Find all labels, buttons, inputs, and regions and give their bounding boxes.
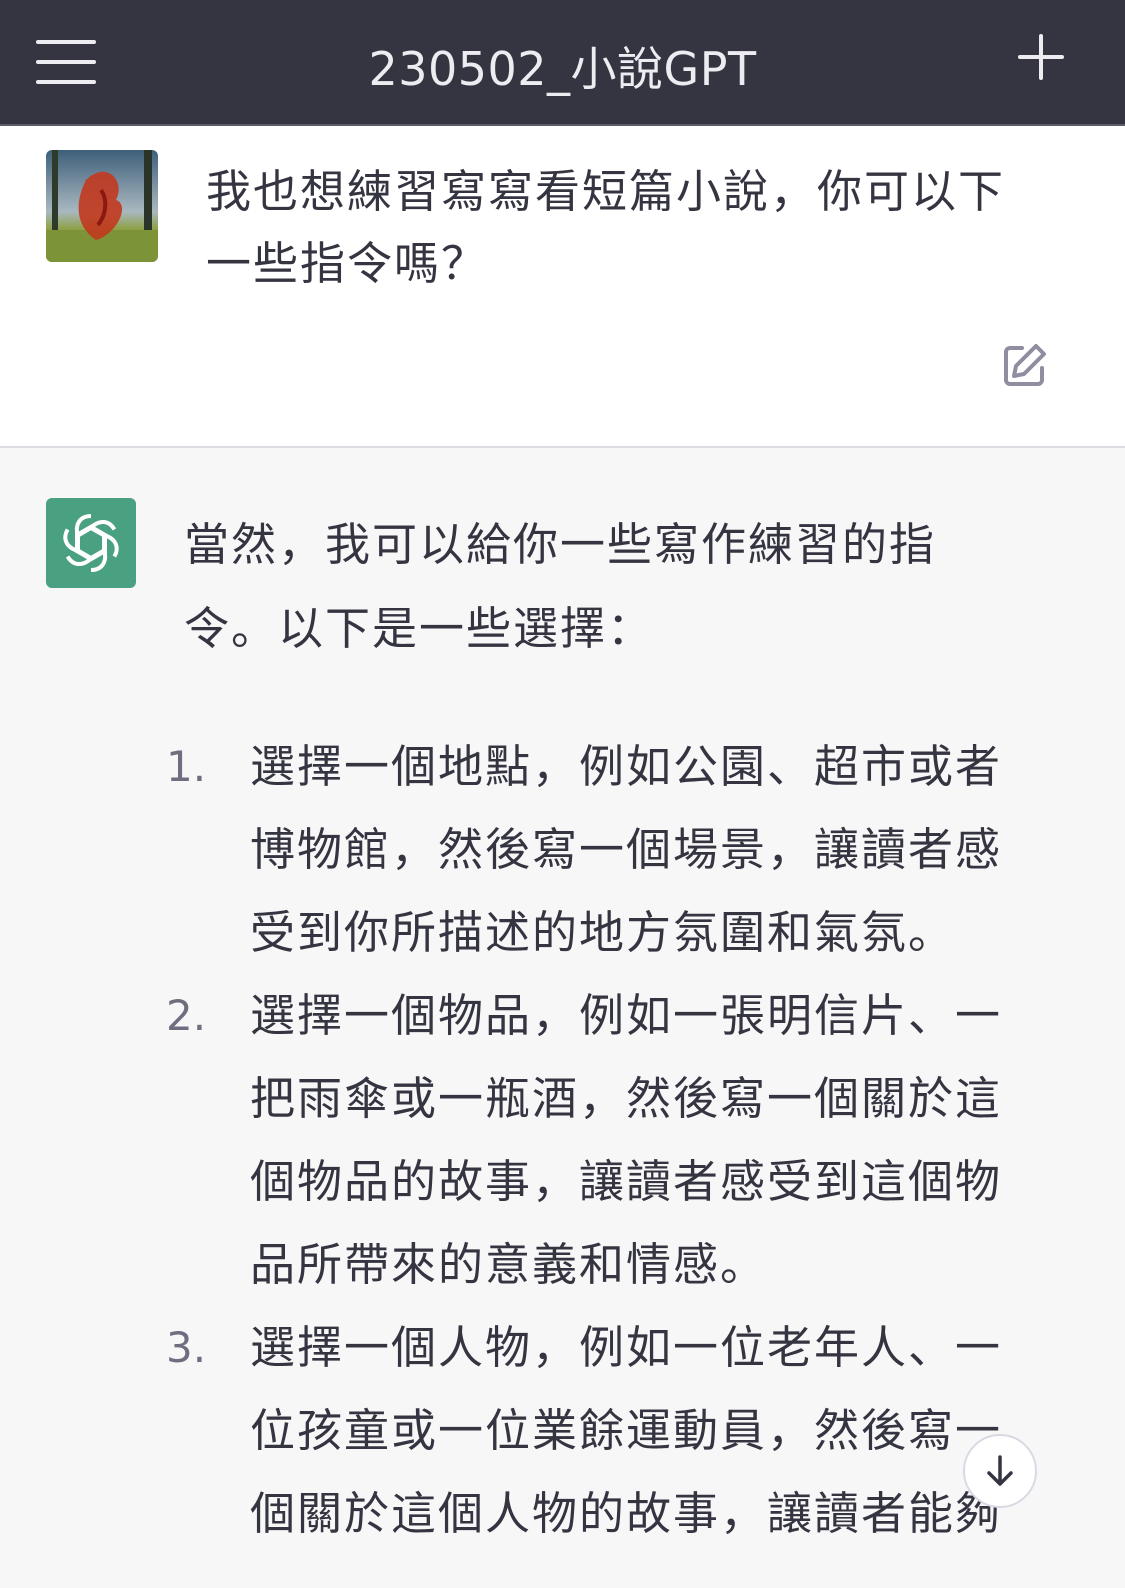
- user-message: 我也想練習寫寫看短篇小說，你可以下一些指令嗎？: [0, 126, 1125, 448]
- list-item: 2. 選擇一個物品，例如一張明信片、一把雨傘或一瓶酒，然後寫一個關於這個物品的故…: [166, 974, 1036, 1306]
- list-item: 3. 選擇一個人物，例如一位老年人、一位孩童或一位業餘運動員，然後寫一個關於這個…: [166, 1306, 1036, 1555]
- list-item-text: 選擇一個物品，例如一張明信片、一把雨傘或一瓶酒，然後寫一個關於這個物品的故事，讓…: [250, 989, 1003, 1291]
- user-message-text: 我也想練習寫寫看短篇小說，你可以下一些指令嗎？: [206, 165, 1006, 290]
- openai-logo-icon: [46, 498, 136, 588]
- edit-icon[interactable]: [1000, 340, 1050, 390]
- list-item: 1. 選擇一個地點，例如公園、超市或者博物館，然後寫一個場景，讓讀者感受到你所描…: [166, 725, 1036, 974]
- list-item-number: 1.: [166, 742, 207, 791]
- conversation-title: 230502_小說GPT: [368, 42, 757, 96]
- list-item-text: 選擇一個人物，例如一位老年人、一位孩童或一位業餘運動員，然後寫一個關於這個人物的…: [250, 1321, 1003, 1540]
- assistant-intro-text: 當然，我可以給你一些寫作練習的指令。以下是一些選擇：: [184, 518, 937, 655]
- top-bar: 230502_小說GPT: [0, 0, 1125, 126]
- hamburger-menu-icon[interactable]: [36, 40, 96, 90]
- list-item-number: 3.: [166, 1323, 207, 1372]
- user-avatar: [46, 150, 158, 262]
- assistant-message: 當然，我可以給你一些寫作練習的指令。以下是一些選擇： 1. 選擇一個地點，例如公…: [0, 448, 1125, 1588]
- instruction-list: 1. 選擇一個地點，例如公園、超市或者博物館，然後寫一個場景，讓讀者感受到你所描…: [166, 725, 1036, 1555]
- scroll-to-bottom-button[interactable]: [963, 1434, 1037, 1508]
- list-item-number: 2.: [166, 991, 207, 1040]
- list-item-text: 選擇一個地點，例如公園、超市或者博物館，然後寫一個場景，讓讀者感受到你所描述的地…: [250, 740, 1003, 959]
- new-chat-plus-icon[interactable]: [1016, 32, 1066, 82]
- arrow-down-icon: [987, 1455, 1013, 1486]
